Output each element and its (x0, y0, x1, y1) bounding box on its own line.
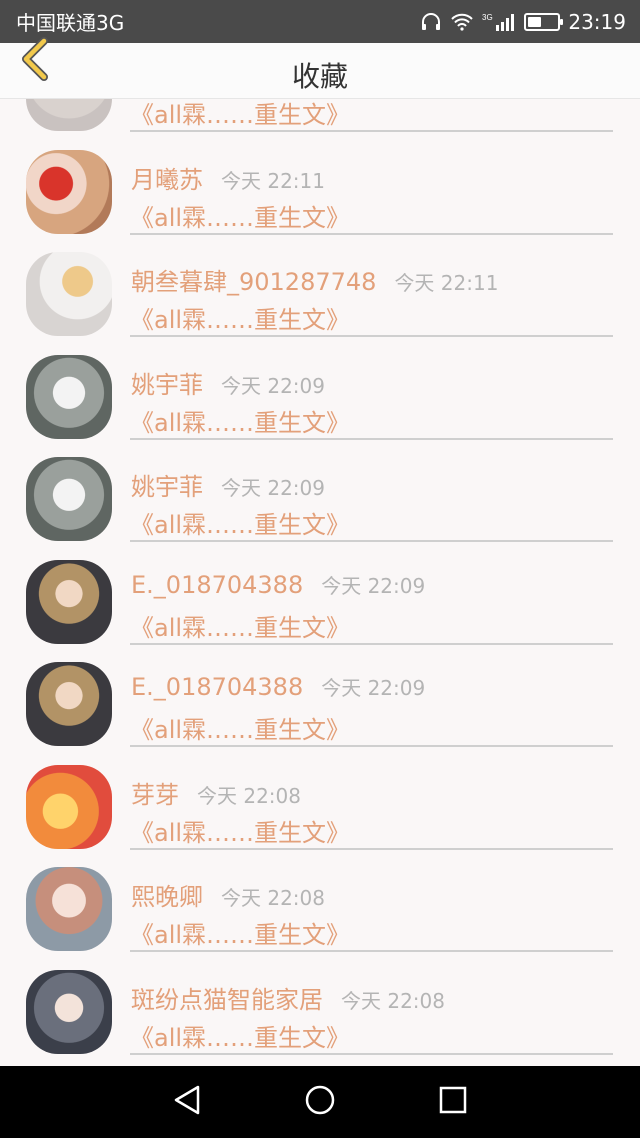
network-badge: 3G (482, 13, 493, 22)
work-title-link[interactable]: 《all霖……重生文》 (130, 300, 350, 335)
page-title: 收藏 (291, 60, 348, 93)
timestamp: 今天 22:09 (321, 573, 426, 598)
system-nav-bar (0, 1066, 640, 1138)
user-name[interactable]: 姚宇菲 (131, 365, 203, 400)
timestamp: 今天 22:09 (221, 373, 325, 398)
avatar[interactable] (26, 99, 112, 131)
avatar[interactable] (26, 867, 112, 951)
work-title-link[interactable]: 《all霖……重生文》 (130, 403, 350, 438)
avatar[interactable] (26, 354, 112, 439)
carrier-label: 中国联通3G (16, 11, 125, 35)
timestamp: 今天 22:11 (394, 271, 499, 295)
user-name[interactable]: 熙晚卿 (131, 877, 203, 912)
timestamp: 今天 22:08 (341, 988, 445, 1013)
row-header: 朝叁暮肆_901287748 今天 22:11 (131, 262, 498, 297)
list-item[interactable]: E._018704388 今天 22:09 《all霖……重生文》 (0, 559, 640, 663)
work-title-link[interactable]: 《all霖……重生文》 (130, 813, 350, 848)
work-title-link[interactable]: 《all霖……重生文》 (130, 505, 350, 540)
row-header: 姚宇菲 今天 22:09 (131, 365, 325, 400)
timestamp: 今天 22:08 (197, 783, 301, 808)
user-name[interactable]: 斑纷点猫智能家居 (131, 980, 323, 1015)
work-title-link[interactable]: 《all霖……重生文》 (130, 710, 350, 745)
signal-icon: 3G (482, 12, 516, 32)
list-item[interactable]: 熙晚卿 今天 22:08 《all霖……重生文》 (0, 867, 640, 970)
user-name[interactable]: 芽芽 (131, 775, 179, 810)
favorites-list[interactable]: 《all霖……重生文》 月曦苏 今天 22:11 《all霖……重生文》 朝叁暮肆_90… (0, 99, 640, 1066)
nav-home-button[interactable] (288, 1070, 352, 1134)
user-name[interactable]: E._018704388 (131, 571, 303, 599)
divider (130, 540, 613, 542)
work-title-link[interactable]: 《all霖……重生文》 (130, 198, 350, 233)
divider (130, 745, 613, 747)
row-header: E._018704388 今天 22:09 (131, 570, 425, 599)
divider (130, 232, 613, 235)
divider (130, 335, 613, 337)
row-header: 熙晚卿 今天 22:08 (131, 877, 325, 912)
list-item[interactable]: 姚宇菲 今天 22:09 《all霖……重生文》 (0, 457, 640, 560)
row-header: 斑纷点猫智能家居 今天 22:08 (131, 980, 445, 1015)
avatar[interactable] (26, 252, 112, 336)
battery-icon (524, 12, 564, 31)
divider (130, 437, 613, 440)
divider (130, 130, 613, 132)
list-item[interactable]: 朝叁暮肆_901287748 今天 22:11 《all霖……重生文》 (0, 252, 640, 355)
work-title-link[interactable]: 《all霖……重生文》 (130, 1018, 350, 1053)
status-icons: 3G 23:19 (420, 10, 626, 34)
work-title-link[interactable]: 《all霖……重生文》 (130, 915, 350, 950)
circle-home-icon (304, 1084, 336, 1120)
user-name[interactable]: 朝叁暮肆_901287748 (131, 262, 376, 297)
timestamp: 今天 22:11 (221, 168, 325, 193)
wifi-icon (450, 13, 474, 31)
list-item[interactable]: 姚宇菲 今天 22:09 《all霖……重生文》 (0, 354, 640, 458)
work-title-link[interactable]: 《all霖……重生文》 (130, 608, 350, 643)
clock: 23:19 (568, 9, 626, 34)
row-header: E._018704388 今天 22:09 (131, 672, 425, 701)
avatar[interactable] (26, 149, 112, 234)
divider (130, 950, 613, 952)
list-item[interactable]: E._018704388 今天 22:09 《all霖……重生文》 (0, 662, 640, 765)
user-name[interactable]: E._018704388 (131, 673, 303, 701)
nav-back-button[interactable] (155, 1070, 219, 1134)
user-name[interactable]: 姚宇菲 (131, 467, 203, 502)
list-item[interactable]: 月曦苏 今天 22:11 《all霖……重生文》 (0, 149, 640, 253)
list-item[interactable]: 芽芽 今天 22:08 《all霖……重生文》 (0, 764, 640, 868)
avatar[interactable] (26, 662, 112, 746)
timestamp: 今天 22:08 (221, 886, 325, 910)
row-header: 月曦苏 今天 22:11 (131, 160, 325, 195)
list-item[interactable]: 斑纷点猫智能家居 今天 22:08 《all霖……重生文》 (0, 969, 640, 1067)
divider (130, 847, 613, 850)
list-item[interactable]: 《all霖……重生文》 (0, 99, 640, 150)
nav-recents-button[interactable] (421, 1070, 485, 1134)
avatar[interactable] (26, 559, 112, 644)
row-header: 芽芽 今天 22:08 (131, 775, 301, 810)
avatar[interactable] (26, 969, 112, 1054)
divider (130, 1052, 613, 1055)
square-recents-icon (438, 1085, 468, 1119)
headset-icon (420, 12, 442, 32)
timestamp: 今天 22:09 (221, 476, 325, 500)
avatar[interactable] (26, 457, 112, 541)
row-header: 姚宇菲 今天 22:09 (131, 467, 325, 502)
app-header: 收藏 (0, 37, 640, 99)
work-title-link[interactable]: 《all霖……重生文》 (130, 99, 350, 130)
timestamp: 今天 22:09 (321, 676, 426, 700)
status-bar: 中国联通3G 3G 23:19 (0, 0, 640, 43)
divider (130, 642, 613, 645)
triangle-back-icon (172, 1084, 202, 1120)
avatar[interactable] (26, 764, 112, 849)
user-name[interactable]: 月曦苏 (131, 160, 203, 195)
